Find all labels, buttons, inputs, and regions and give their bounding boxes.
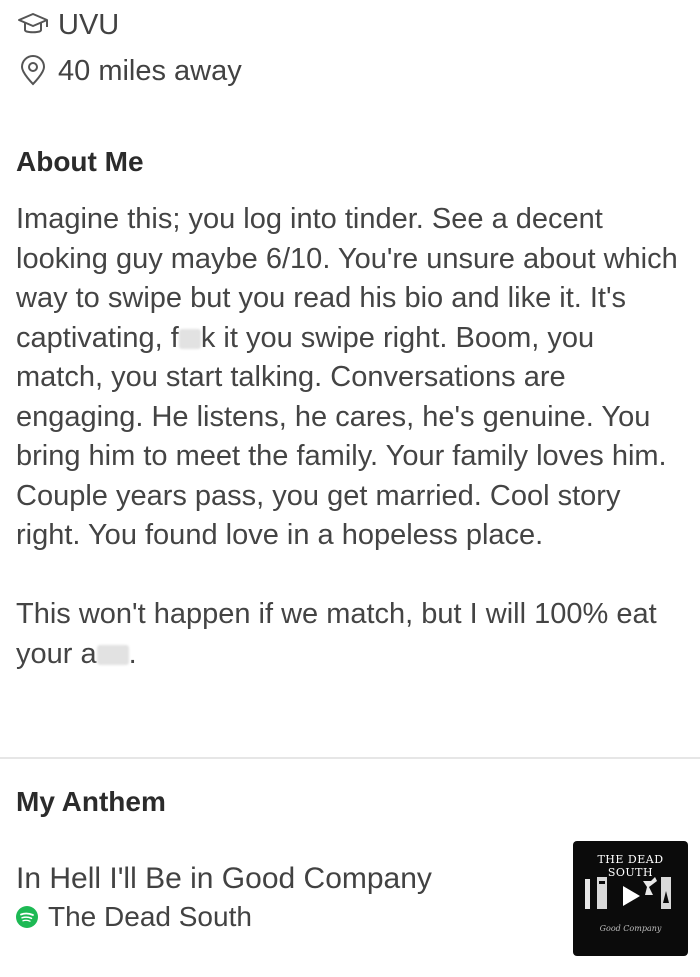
distance-row: 40 miles away [16,54,242,88]
album-subtitle-text: Good Company [599,924,662,933]
spotify-icon [16,906,38,928]
censor-blur [96,644,129,665]
bio-paragraph-1: Imagine this; you log into tinder. See a… [16,203,678,551]
school-row: UVU [16,8,119,42]
graduation-cap-icon [16,8,50,42]
distance-text: 40 miles away [58,54,242,87]
censor-blur [178,328,201,349]
location-pin-icon [16,54,50,88]
anthem-artist: The Dead South [48,901,252,932]
play-icon[interactable] [615,881,645,911]
album-art-play[interactable]: THE DEAD SOUTH Good Company [573,841,688,956]
bio-paragraph-2: This won't happen if we match, but I wil… [16,598,657,670]
anthem-artist-row: The Dead South [16,901,252,933]
about-me-heading: About Me [16,146,144,177]
section-divider [0,757,700,759]
anthem-song-title: In Hell I'll Be in Good Company [16,862,432,895]
about-me-text: Imagine this; you log into tinder. See a… [16,200,686,674]
my-anthem-heading: My Anthem [16,786,166,817]
school-name: UVU [58,8,120,41]
